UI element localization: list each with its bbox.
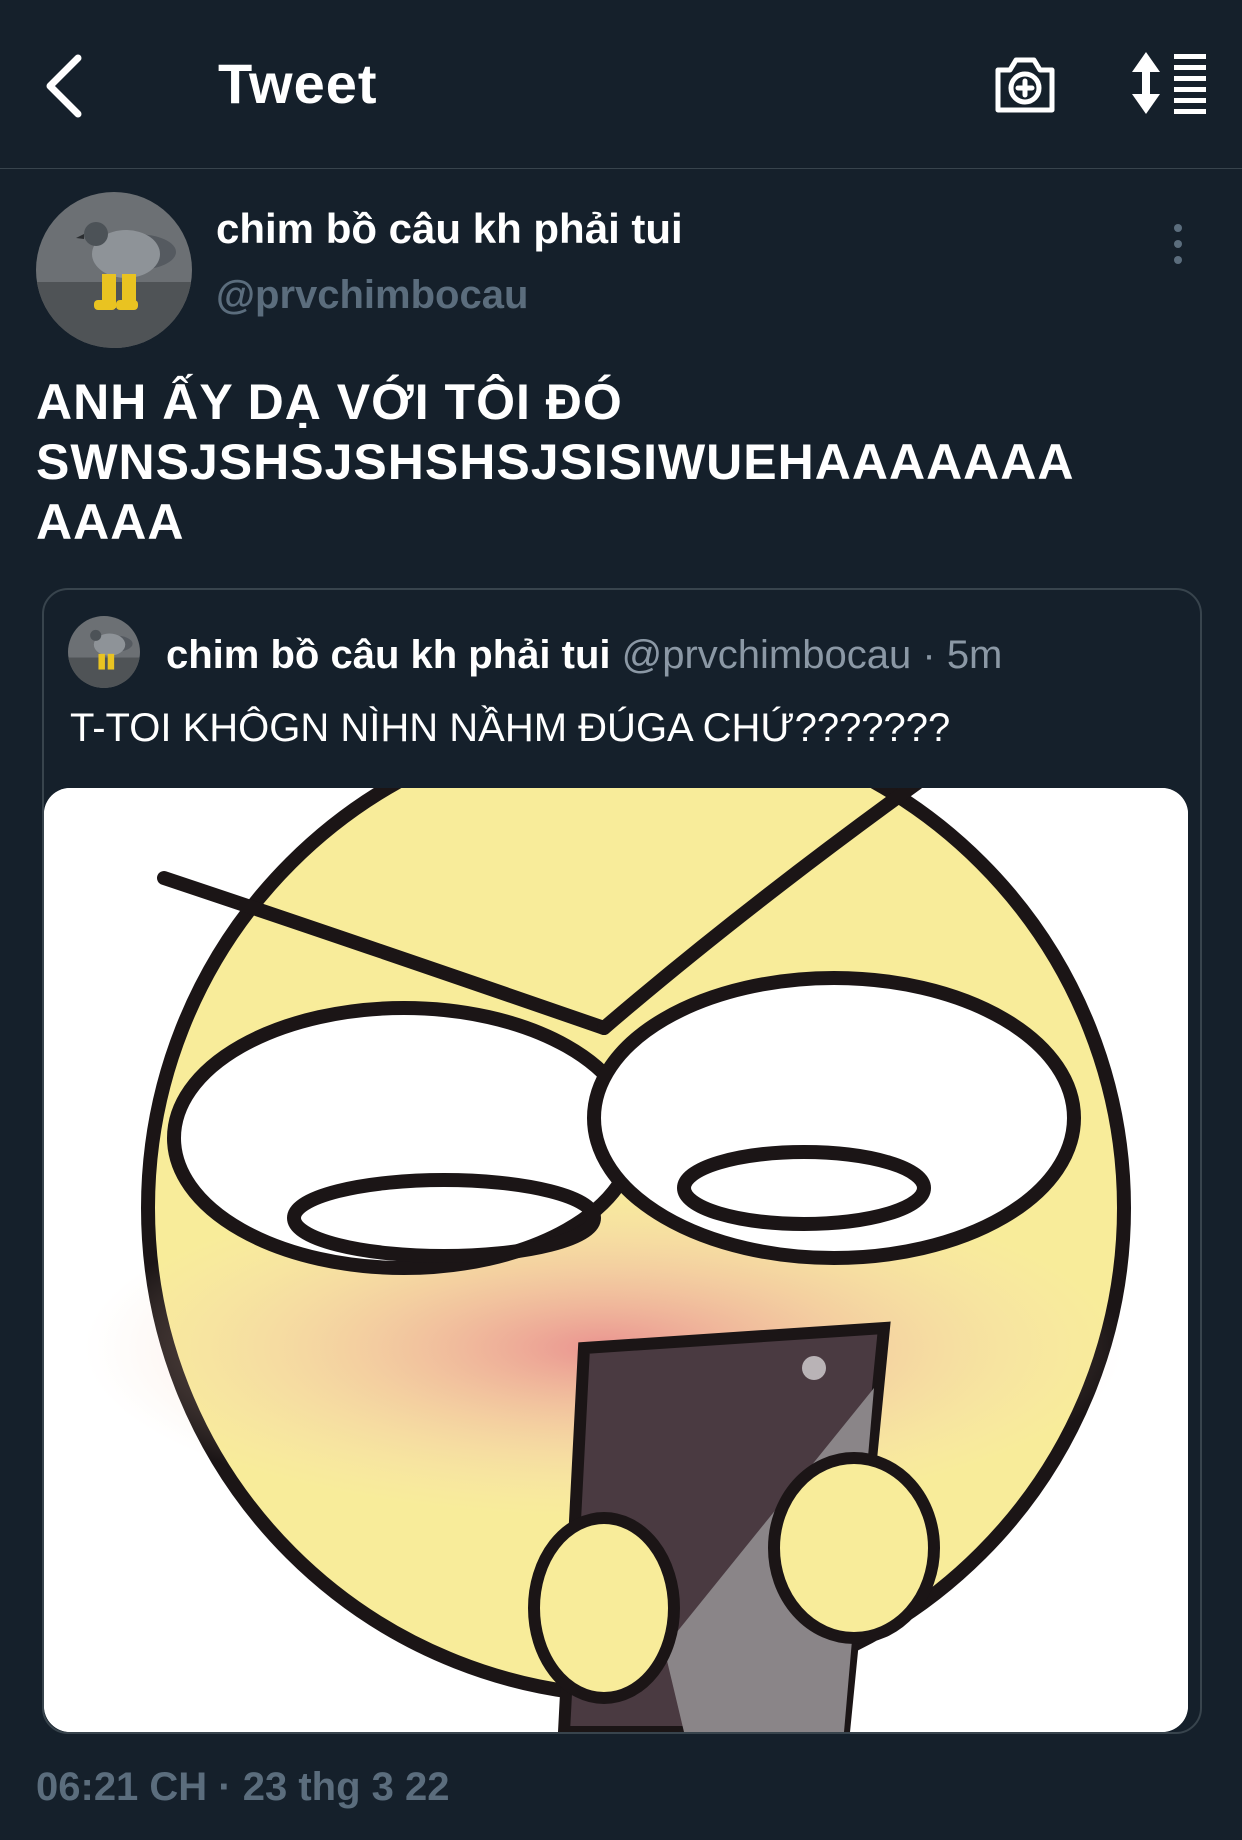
more-vertical-icon xyxy=(1174,224,1182,264)
top-bar: Tweet xyxy=(0,0,1242,169)
sort-button[interactable] xyxy=(1130,52,1210,114)
quote-image[interactable] xyxy=(44,788,1188,1732)
back-button[interactable] xyxy=(38,48,94,124)
more-options-button[interactable] xyxy=(1160,220,1196,270)
quote-author-handle: @prvchimbocau xyxy=(621,633,912,677)
quote-avatar xyxy=(68,616,140,688)
quote-text: T-TOI KHÔGN NÌHN NẦHM ĐÚGA CHỨ??????? xyxy=(70,706,951,750)
pigeon-avatar-image xyxy=(36,192,192,348)
author-handle[interactable]: @prvchimbocau xyxy=(216,270,528,320)
sort-list-icon xyxy=(1132,52,1206,114)
camera-plus-icon xyxy=(995,57,1055,113)
camera-button[interactable] xyxy=(992,48,1058,118)
quote-separator: · xyxy=(922,633,936,677)
avatar[interactable] xyxy=(36,192,192,348)
quote-time: 5m xyxy=(946,633,1003,677)
tweet-text-line: ANH ẤY DẠ VỚI TÔI ĐÓ xyxy=(36,374,623,430)
quote-header: chim bồ câu kh phải tui @prvchimbocau · … xyxy=(166,630,1002,680)
author-name[interactable]: chim bồ câu kh phải tui xyxy=(216,204,683,254)
tweet-text: ANH ẤY DẠ VỚI TÔI ĐÓ SWNSJSHSJSHSHSJSISI… xyxy=(36,372,1216,552)
page-title: Tweet xyxy=(218,52,378,115)
blushing-emoji-image xyxy=(44,788,1188,1732)
tweet-timestamp[interactable]: 06:21 CH · 23 thg 3 22 xyxy=(36,1762,450,1812)
quote-author-name: chim bồ câu kh phải tui xyxy=(166,633,611,677)
chevron-left-icon xyxy=(46,54,82,118)
pigeon-avatar-image xyxy=(68,616,140,688)
tweet-text-line: AAAA xyxy=(36,494,185,550)
tweet-text-line: SWNSJSHSJSHSHSJSISIWUEHAAAAAAA xyxy=(36,434,1075,490)
quoted-tweet-card[interactable]: chim bồ câu kh phải tui @prvchimbocau · … xyxy=(42,588,1202,1734)
